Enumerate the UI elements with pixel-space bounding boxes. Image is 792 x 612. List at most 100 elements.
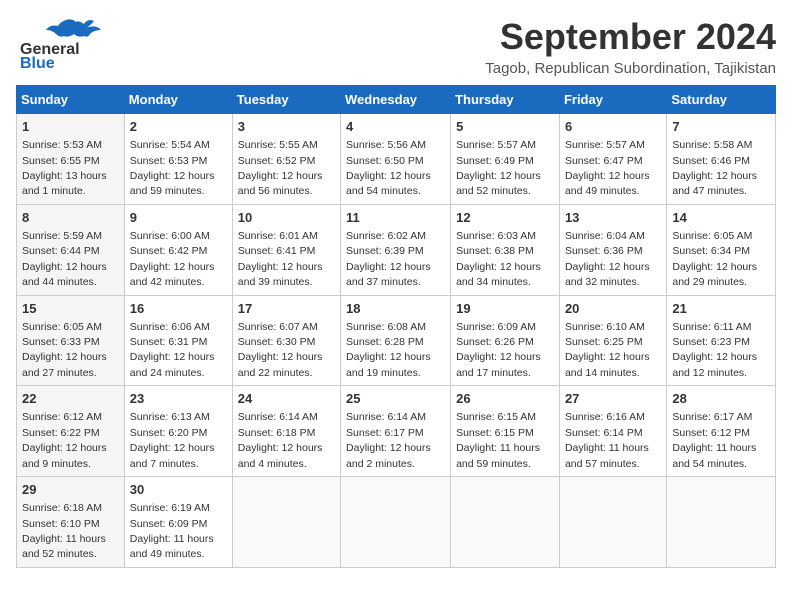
page-header: General Blue September 2024 Tagob, Repub… bbox=[16, 16, 776, 77]
col-wednesday: Wednesday bbox=[341, 86, 451, 114]
calendar-cell bbox=[451, 477, 560, 568]
day-number: 16 bbox=[130, 300, 227, 318]
day-info: Sunrise: 6:09 AM Sunset: 6:26 PM Dayligh… bbox=[456, 321, 541, 379]
day-info: Sunrise: 6:15 AM Sunset: 6:15 PM Dayligh… bbox=[456, 411, 540, 469]
day-number: 1 bbox=[22, 118, 119, 136]
day-info: Sunrise: 5:59 AM Sunset: 6:44 PM Dayligh… bbox=[22, 230, 107, 288]
calendar-cell: 25 Sunrise: 6:14 AM Sunset: 6:17 PM Dayli… bbox=[341, 386, 451, 477]
calendar-cell: 26 Sunrise: 6:15 AM Sunset: 6:15 PM Dayli… bbox=[451, 386, 560, 477]
day-info: Sunrise: 6:00 AM Sunset: 6:42 PM Dayligh… bbox=[130, 230, 215, 288]
calendar-cell: 2Sunrise: 5:54 AM Sunset: 6:53 PM Daylig… bbox=[124, 114, 232, 205]
calendar-cell: 5Sunrise: 5:57 AM Sunset: 6:49 PM Daylig… bbox=[451, 114, 560, 205]
calendar-cell bbox=[667, 477, 776, 568]
day-info: Sunrise: 6:14 AM Sunset: 6:17 PM Dayligh… bbox=[346, 411, 431, 469]
calendar-week-row: 1 Sunrise: 5:53 AM Sunset: 6:55 PM Daylig… bbox=[17, 114, 776, 205]
svg-text:Blue: Blue bbox=[20, 55, 55, 71]
calendar-cell: 29 Sunrise: 6:18 AM Sunset: 6:10 PM Dayli… bbox=[17, 477, 125, 568]
day-number: 10 bbox=[238, 209, 335, 227]
calendar-cell: 17Sunrise: 6:07 AM Sunset: 6:30 PM Dayli… bbox=[232, 295, 340, 386]
day-number: 7 bbox=[672, 118, 770, 136]
day-number: 30 bbox=[130, 481, 227, 499]
day-number: 26 bbox=[456, 390, 554, 408]
day-number: 9 bbox=[130, 209, 227, 227]
day-info: Sunrise: 6:02 AM Sunset: 6:39 PM Dayligh… bbox=[346, 230, 431, 288]
calendar-cell: 11 Sunrise: 6:02 AM Sunset: 6:39 PM Dayli… bbox=[341, 204, 451, 295]
day-number: 8 bbox=[22, 209, 119, 227]
day-number: 12 bbox=[456, 209, 554, 227]
calendar-cell: 14Sunrise: 6:05 AM Sunset: 6:34 PM Dayli… bbox=[667, 204, 776, 295]
day-info: Sunrise: 5:53 AM Sunset: 6:55 PM Dayligh… bbox=[22, 139, 107, 197]
day-number: 19 bbox=[456, 300, 554, 318]
calendar-header-row: Sunday Monday Tuesday Wednesday Thursday… bbox=[17, 86, 776, 114]
col-thursday: Thursday bbox=[451, 86, 560, 114]
calendar-table: Sunday Monday Tuesday Wednesday Thursday… bbox=[16, 85, 776, 568]
day-number: 23 bbox=[130, 390, 227, 408]
calendar-cell: 12Sunrise: 6:03 AM Sunset: 6:38 PM Dayli… bbox=[451, 204, 560, 295]
calendar-cell: 8 Sunrise: 5:59 AM Sunset: 6:44 PM Daylig… bbox=[17, 204, 125, 295]
day-number: 13 bbox=[565, 209, 661, 227]
day-number: 3 bbox=[238, 118, 335, 136]
day-number: 15 bbox=[22, 300, 119, 318]
day-number: 20 bbox=[565, 300, 661, 318]
day-info: Sunrise: 6:14 AM Sunset: 6:18 PM Dayligh… bbox=[238, 411, 323, 469]
day-info: Sunrise: 6:08 AM Sunset: 6:28 PM Dayligh… bbox=[346, 321, 431, 379]
col-saturday: Saturday bbox=[667, 86, 776, 114]
day-info: Sunrise: 5:58 AM Sunset: 6:46 PM Dayligh… bbox=[672, 139, 757, 197]
calendar-cell: 3 Sunrise: 5:55 AM Sunset: 6:52 PM Daylig… bbox=[232, 114, 340, 205]
col-sunday: Sunday bbox=[17, 86, 125, 114]
calendar-cell bbox=[232, 477, 340, 568]
day-info: Sunrise: 5:57 AM Sunset: 6:49 PM Dayligh… bbox=[456, 139, 541, 197]
calendar-cell: 27Sunrise: 6:16 AM Sunset: 6:14 PM Dayli… bbox=[559, 386, 666, 477]
calendar-cell: 10Sunrise: 6:01 AM Sunset: 6:41 PM Dayli… bbox=[232, 204, 340, 295]
calendar-cell: 6Sunrise: 5:57 AM Sunset: 6:47 PM Daylig… bbox=[559, 114, 666, 205]
calendar-cell: 9 Sunrise: 6:00 AM Sunset: 6:42 PM Daylig… bbox=[124, 204, 232, 295]
calendar-week-row: 15Sunrise: 6:05 AM Sunset: 6:33 PM Dayli… bbox=[17, 295, 776, 386]
month-title: September 2024 bbox=[485, 16, 776, 58]
calendar-cell: 20 Sunrise: 6:10 AM Sunset: 6:25 PM Dayli… bbox=[559, 295, 666, 386]
day-number: 11 bbox=[346, 209, 445, 227]
day-number: 22 bbox=[22, 390, 119, 408]
day-info: Sunrise: 6:10 AM Sunset: 6:25 PM Dayligh… bbox=[565, 321, 650, 379]
day-info: Sunrise: 5:54 AM Sunset: 6:53 PM Dayligh… bbox=[130, 139, 215, 197]
calendar-cell: 7 Sunrise: 5:58 AM Sunset: 6:46 PM Daylig… bbox=[667, 114, 776, 205]
day-number: 6 bbox=[565, 118, 661, 136]
day-info: Sunrise: 6:17 AM Sunset: 6:12 PM Dayligh… bbox=[672, 411, 756, 469]
day-number: 4 bbox=[346, 118, 445, 136]
day-info: Sunrise: 6:12 AM Sunset: 6:22 PM Dayligh… bbox=[22, 411, 107, 469]
calendar-cell: 16Sunrise: 6:06 AM Sunset: 6:31 PM Dayli… bbox=[124, 295, 232, 386]
col-friday: Friday bbox=[559, 86, 666, 114]
calendar-cell bbox=[559, 477, 666, 568]
col-tuesday: Tuesday bbox=[232, 86, 340, 114]
calendar-cell: 19 Sunrise: 6:09 AM Sunset: 6:26 PM Dayli… bbox=[451, 295, 560, 386]
day-info: Sunrise: 6:18 AM Sunset: 6:10 PM Dayligh… bbox=[22, 502, 106, 560]
day-info: Sunrise: 6:16 AM Sunset: 6:14 PM Dayligh… bbox=[565, 411, 649, 469]
calendar-cell: 13 Sunrise: 6:04 AM Sunset: 6:36 PM Dayli… bbox=[559, 204, 666, 295]
day-number: 28 bbox=[672, 390, 770, 408]
calendar-cell: 24 Sunrise: 6:14 AM Sunset: 6:18 PM Dayli… bbox=[232, 386, 340, 477]
location: Tagob, Republican Subordination, Tajikis… bbox=[485, 60, 776, 77]
day-number: 18 bbox=[346, 300, 445, 318]
day-number: 21 bbox=[672, 300, 770, 318]
day-info: Sunrise: 5:55 AM Sunset: 6:52 PM Dayligh… bbox=[238, 139, 323, 197]
title-section: September 2024 Tagob, Republican Subordi… bbox=[485, 16, 776, 77]
day-number: 24 bbox=[238, 390, 335, 408]
day-info: Sunrise: 6:07 AM Sunset: 6:30 PM Dayligh… bbox=[238, 321, 323, 379]
calendar-cell: 30Sunrise: 6:19 AM Sunset: 6:09 PM Dayli… bbox=[124, 477, 232, 568]
calendar-cell: 22 Sunrise: 6:12 AM Sunset: 6:22 PM Dayli… bbox=[17, 386, 125, 477]
calendar-cell: 1 Sunrise: 5:53 AM Sunset: 6:55 PM Daylig… bbox=[17, 114, 125, 205]
calendar-cell: 15Sunrise: 6:05 AM Sunset: 6:33 PM Dayli… bbox=[17, 295, 125, 386]
day-info: Sunrise: 6:04 AM Sunset: 6:36 PM Dayligh… bbox=[565, 230, 650, 288]
day-info: Sunrise: 6:13 AM Sunset: 6:20 PM Dayligh… bbox=[130, 411, 215, 469]
day-info: Sunrise: 6:11 AM Sunset: 6:23 PM Dayligh… bbox=[672, 321, 757, 379]
day-info: Sunrise: 6:05 AM Sunset: 6:34 PM Dayligh… bbox=[672, 230, 757, 288]
col-monday: Monday bbox=[124, 86, 232, 114]
day-number: 29 bbox=[22, 481, 119, 499]
calendar-week-row: 29 Sunrise: 6:18 AM Sunset: 6:10 PM Dayli… bbox=[17, 477, 776, 568]
calendar-cell: 4Sunrise: 5:56 AM Sunset: 6:50 PM Daylig… bbox=[341, 114, 451, 205]
logo: General Blue bbox=[16, 16, 111, 71]
day-number: 25 bbox=[346, 390, 445, 408]
calendar-week-row: 22 Sunrise: 6:12 AM Sunset: 6:22 PM Dayli… bbox=[17, 386, 776, 477]
calendar-cell: 28 Sunrise: 6:17 AM Sunset: 6:12 PM Dayli… bbox=[667, 386, 776, 477]
logo-svg: General Blue bbox=[16, 16, 111, 71]
calendar-cell: 18 Sunrise: 6:08 AM Sunset: 6:28 PM Dayli… bbox=[341, 295, 451, 386]
